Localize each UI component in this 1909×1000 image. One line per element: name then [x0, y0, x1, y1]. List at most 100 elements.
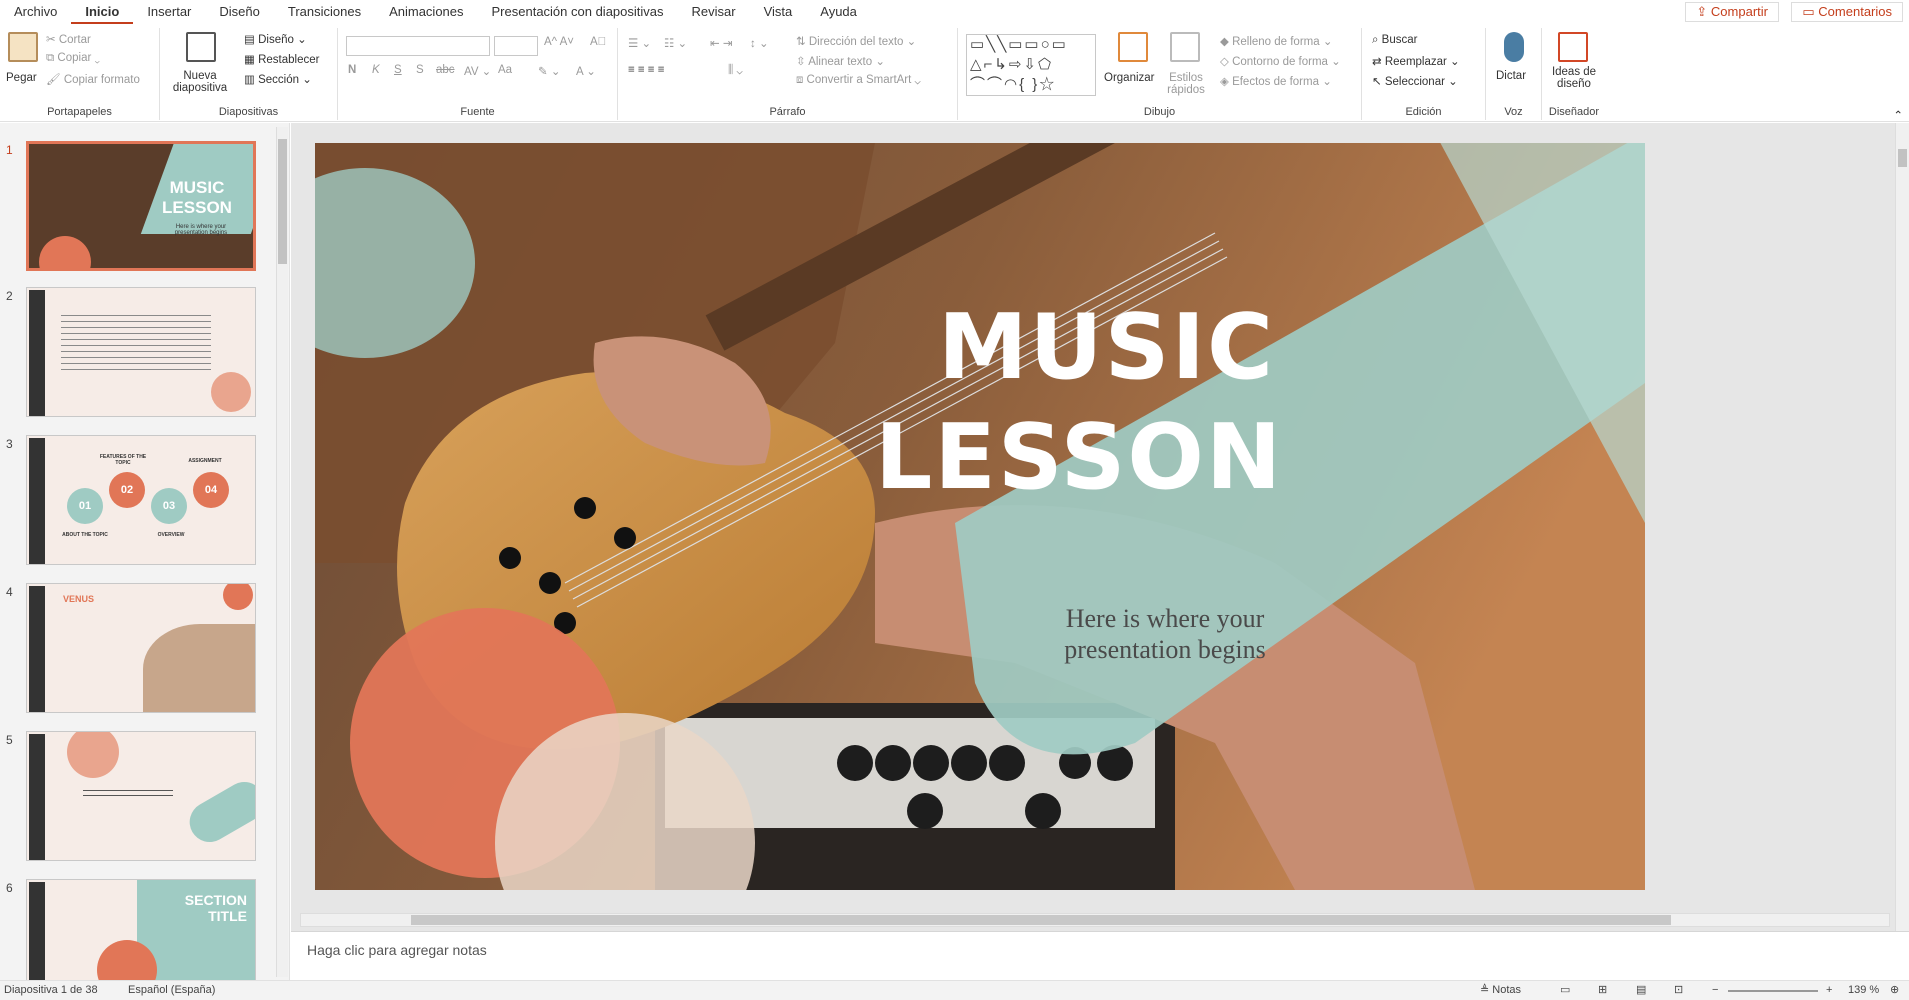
font-size-select[interactable] — [494, 36, 538, 56]
reading-view-icon[interactable]: ▤ — [1636, 981, 1646, 1000]
section-button[interactable]: ▥ Sección ⌄ — [244, 72, 312, 86]
shapes-gallery[interactable]: ▭╲╲▭▭○▭ △⌐↳⇨⇩⬠ ⌒⌒◠{ }☆ — [966, 34, 1096, 96]
tab-transiciones[interactable]: Transiciones — [274, 0, 375, 24]
thumbnail-slide-1[interactable]: MUSIC LESSON Here is where your presenta… — [26, 141, 256, 271]
tab-inicio[interactable]: Inicio — [71, 0, 134, 24]
font-color-icon[interactable]: A ⌄ — [576, 64, 596, 78]
notes-toggle[interactable]: ≜ Notas — [1480, 981, 1521, 1000]
shape-effects-button[interactable]: ◈ Efectos de forma ⌄ — [1220, 74, 1332, 88]
scroll-thumb[interactable] — [1898, 149, 1907, 167]
section-icon: ▥ — [244, 74, 255, 86]
columns-icon[interactable]: ⫼ ⌄ — [728, 64, 743, 77]
normal-view-icon[interactable]: ▭ — [1560, 981, 1570, 1000]
thumbnail-slide-6[interactable]: SECTION TITLE — [26, 879, 256, 980]
shape-fill-button[interactable]: ◆ Relleno de forma ⌄ — [1220, 34, 1332, 48]
group-label-font: Fuente — [460, 106, 495, 118]
tab-presentacion[interactable]: Presentación con diapositivas — [478, 0, 678, 24]
thumbnail-number: 5 — [6, 733, 13, 747]
collapse-ribbon-icon[interactable]: ⌃ — [1893, 108, 1903, 122]
notes-placeholder: Haga clic para agregar notas — [307, 942, 487, 958]
notes-pane[interactable]: Haga clic para agregar notas — [291, 931, 1909, 980]
clear-format-icon[interactable]: A⃠ — [590, 36, 606, 48]
format-painter-button[interactable]: 🖌 Copiar formato — [46, 72, 140, 86]
shape-outline-button[interactable]: ◇ Contorno de forma ⌄ — [1220, 54, 1341, 68]
text-direction-button[interactable]: ⇅ Dirección del texto ⌄ — [796, 34, 916, 48]
slide-title[interactable]: MUSIC LESSON — [875, 293, 1281, 513]
shadow-button[interactable]: S — [416, 64, 424, 76]
layout-button[interactable]: ▤ Diseño ⌄ — [244, 32, 307, 46]
smartart-button[interactable]: ⧈ Convertir a SmartArt ⌄ — [796, 74, 921, 87]
replace-button[interactable]: ⇄ Reemplazar ⌄ — [1372, 54, 1460, 68]
quick-styles-icon[interactable] — [1170, 32, 1200, 62]
slide-subtitle[interactable]: Here is where your presentation begins — [1005, 603, 1325, 665]
thumbnail-slide-3[interactable]: 01 02 03 04 FEATURES OF THE TOPIC ASSIGN… — [26, 435, 256, 565]
microphone-icon[interactable] — [1504, 32, 1524, 62]
arrange-icon[interactable] — [1118, 32, 1148, 62]
align-icons[interactable]: ≡ ≡ ≡ ≡ — [628, 64, 664, 76]
language-indicator[interactable]: Español (España) — [128, 981, 215, 1000]
text-direction-icon: ⇅ — [796, 36, 806, 48]
design-ideas-icon[interactable] — [1558, 32, 1588, 62]
find-button[interactable]: ⌕ Buscar — [1372, 34, 1417, 47]
scroll-thumb[interactable] — [411, 915, 1671, 925]
line-spacing-icon[interactable]: ↕ ⌄ — [750, 36, 769, 50]
indent-icons[interactable]: ⇤ ⇥ — [710, 36, 732, 50]
numbering-icon[interactable]: ☷ ⌄ — [664, 36, 687, 50]
thumb-subtitle: Here is where your presentation begins — [174, 224, 228, 236]
tab-vista[interactable]: Vista — [750, 0, 807, 24]
zoom-slider[interactable] — [1728, 990, 1818, 992]
italic-button[interactable]: K — [372, 64, 380, 76]
share-button[interactable]: ⇪ Compartir — [1685, 2, 1779, 22]
bullets-icon[interactable]: ☰ ⌄ — [628, 36, 651, 50]
slideshow-icon[interactable]: ⊡ — [1674, 981, 1683, 1000]
guitar-knob — [499, 547, 521, 569]
zoom-out-icon[interactable]: − — [1712, 981, 1718, 1000]
menu-bar: Archivo Inicio Insertar Diseño Transicio… — [0, 0, 1909, 24]
copy-button[interactable]: ⧉ Copiar ⌄ — [46, 52, 100, 65]
grow-font-button[interactable]: A^ A˅ — [544, 36, 574, 48]
dictate-button[interactable]: Dictar — [1496, 70, 1526, 82]
tab-animaciones[interactable]: Animaciones — [375, 0, 477, 24]
editor-scrollbar[interactable] — [1895, 123, 1909, 931]
quick-styles-button[interactable]: Estilos rápidos — [1164, 72, 1208, 96]
cursor-icon: ↖ — [1372, 76, 1382, 88]
slide-sorter-icon[interactable]: ⊞ — [1598, 981, 1607, 1000]
align-text-button[interactable]: ⇳ Alinear texto ⌄ — [796, 54, 885, 68]
thumbnail-slide-4[interactable]: VENUS — [26, 583, 256, 713]
new-slide-button[interactable]: Nueva diapositiva — [168, 70, 232, 94]
tab-insertar[interactable]: Insertar — [133, 0, 205, 24]
reset-icon: ▦ — [244, 54, 255, 66]
arrange-button[interactable]: Organizar — [1104, 72, 1155, 84]
scroll-thumb[interactable] — [278, 139, 287, 264]
thumbnail-slide-5[interactable] — [26, 731, 256, 861]
bold-button[interactable]: N — [348, 64, 356, 76]
fit-slide-icon[interactable]: ⊕ — [1890, 981, 1899, 1000]
comments-button[interactable]: ▭ Comentarios — [1791, 2, 1903, 22]
thumbnail-scrollbar[interactable] — [276, 127, 288, 977]
strikethrough-button[interactable]: abc — [436, 64, 455, 76]
new-slide-icon[interactable] — [186, 32, 216, 62]
tab-archivo[interactable]: Archivo — [0, 0, 71, 24]
group-label-drawing: Dibujo — [1143, 106, 1176, 118]
tab-diseno[interactable]: Diseño — [205, 0, 273, 24]
highlight-icon[interactable]: ✎ ⌄ — [538, 64, 560, 78]
zoom-in-icon[interactable]: + — [1826, 981, 1832, 1000]
tab-ayuda[interactable]: Ayuda — [806, 0, 871, 24]
reset-button[interactable]: ▦ Restablecer — [244, 52, 319, 66]
cut-button[interactable]: ✂ Cortar — [46, 32, 91, 46]
thumbnail-slide-2[interactable] — [26, 287, 256, 417]
paste-icon[interactable] — [8, 32, 38, 62]
design-ideas-button[interactable]: Ideas de diseño — [1546, 66, 1602, 90]
underline-button[interactable]: S — [394, 64, 402, 76]
select-button[interactable]: ↖ Seleccionar ⌄ — [1372, 74, 1458, 88]
thumbnail-number: 6 — [6, 881, 13, 895]
spacing-button[interactable]: AV ⌄ — [464, 64, 491, 78]
paste-button[interactable]: Pegar — [6, 72, 37, 84]
horizontal-scrollbar[interactable] — [300, 913, 1890, 927]
zoom-level[interactable]: 139 % — [1848, 981, 1879, 1000]
slide-canvas[interactable]: MUSIC LESSON Here is where your presenta… — [315, 143, 1645, 890]
find-label: Buscar — [1381, 34, 1418, 46]
tab-revisar[interactable]: Revisar — [678, 0, 750, 24]
font-family-select[interactable] — [346, 36, 490, 56]
change-case-button[interactable]: Aa — [498, 64, 512, 76]
